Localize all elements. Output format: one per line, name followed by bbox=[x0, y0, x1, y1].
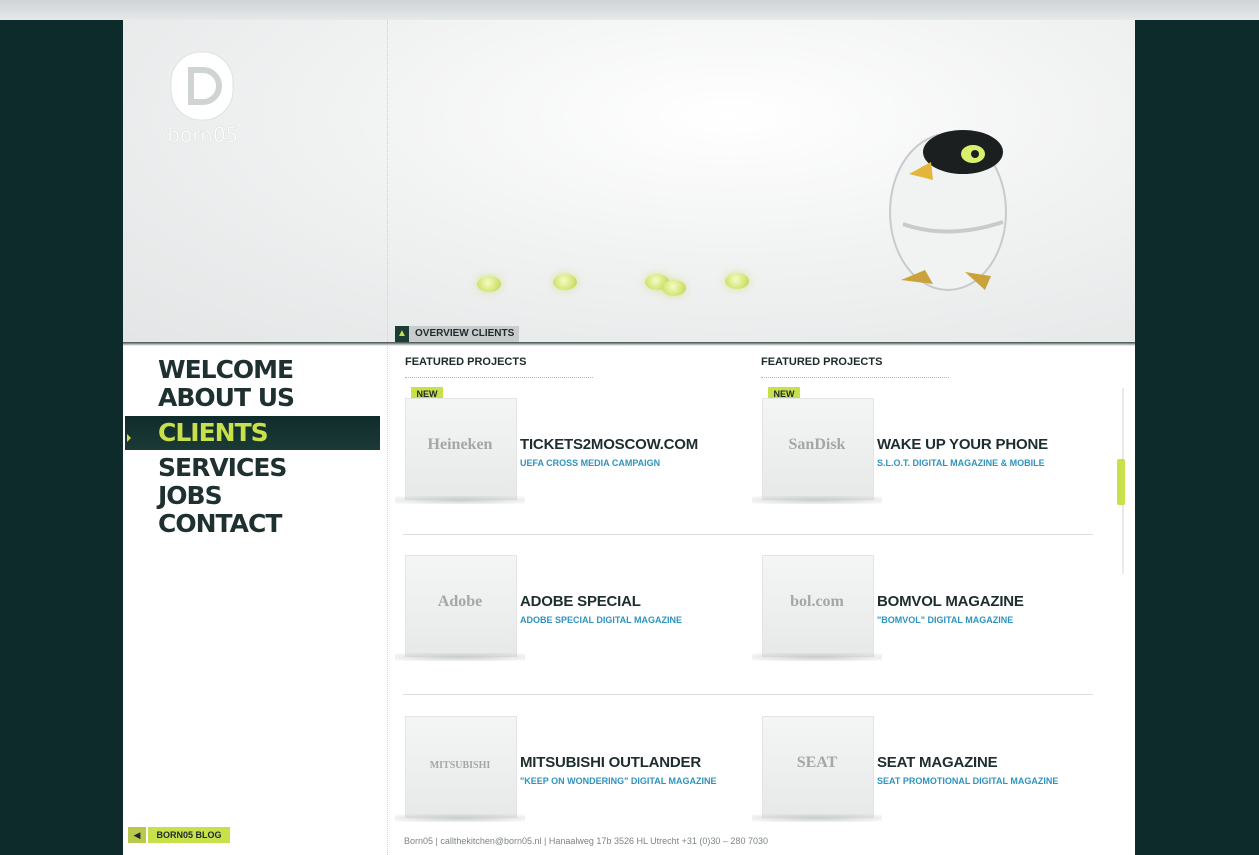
arrow-left-icon: ◀ bbox=[128, 827, 146, 843]
project-card-sandisk[interactable]: SanDisk WAKE UP YOUR PHONE S.L.O.T. DIGI… bbox=[752, 398, 1092, 528]
hero-bottom-shadow bbox=[123, 342, 1135, 346]
project-title: TICKETS2MOSCOW.COM bbox=[520, 436, 699, 453]
column-divider bbox=[387, 346, 389, 855]
project-subtitle: "BOMVOL" DIGITAL MAGAZINE bbox=[877, 615, 1014, 625]
project-card-adobe[interactable]: Adobe ADOBE SPECIAL ADOBE SPECIAL DIGITA… bbox=[395, 555, 735, 685]
overview-clients-tab[interactable]: ▲ OVERVIEW CLIENTS bbox=[395, 326, 519, 342]
project-subtitle: S.L.O.T. DIGITAL MAGAZINE & MOBILE bbox=[877, 458, 1045, 468]
project-card-heineken[interactable]: Heineken TICKETS2MOSCOW.COM UEFA CROSS M… bbox=[395, 398, 735, 528]
blog-button-label: BORN05 BLOG bbox=[148, 827, 230, 843]
row-divider bbox=[403, 534, 1093, 535]
heading-underline bbox=[761, 377, 949, 378]
thumbnail-shadow bbox=[395, 496, 525, 504]
project-title: MITSUBISHI OUTLANDER bbox=[520, 754, 701, 771]
hero-banner: ·born05 ▲ OVERVIEW CLIENTS bbox=[123, 20, 1135, 342]
nav-item-services[interactable]: SERVICES bbox=[123, 454, 387, 482]
thumbnail-shadow bbox=[395, 814, 525, 822]
top-bar bbox=[0, 0, 1259, 20]
featured-projects-heading-left: FEATURED PROJECTS bbox=[405, 356, 527, 368]
project-card-mitsubishi[interactable]: MITSUBISHI MITSUBISHI OUTLANDER "KEEP ON… bbox=[395, 716, 735, 846]
arrow-up-icon: ▲ bbox=[395, 326, 409, 342]
glowing-orb bbox=[725, 273, 749, 289]
bol-logo: bol.com bbox=[790, 593, 844, 610]
nav-item-jobs[interactable]: JOBS bbox=[123, 482, 387, 510]
svg-text:·born05: ·born05 bbox=[161, 123, 238, 147]
mitsubishi-logo: MITSUBISHI bbox=[429, 760, 491, 771]
row-divider bbox=[403, 694, 1093, 695]
project-card-seat[interactable]: SEAT SEAT MAGAZINE SEAT PROMOTIONAL DIGI… bbox=[752, 716, 1092, 846]
site-container: ·born05 ▲ OVERVIEW CLIENTS WELCOME ABOUT… bbox=[123, 20, 1135, 855]
project-title: ADOBE SPECIAL bbox=[520, 593, 641, 610]
blog-button[interactable]: ◀ BORN05 BLOG bbox=[128, 827, 230, 843]
thumbnail-shadow bbox=[395, 653, 525, 661]
project-subtitle: UEFA CROSS MEDIA CAMPAIGN bbox=[520, 458, 661, 468]
overview-clients-label: OVERVIEW CLIENTS bbox=[415, 328, 515, 339]
thumbnail-shadow bbox=[752, 496, 882, 504]
born05-logo[interactable]: ·born05 bbox=[151, 48, 251, 148]
featured-projects-heading-right: FEATURED PROJECTS bbox=[761, 356, 883, 368]
seat-logo: SEAT bbox=[796, 754, 838, 771]
glowing-orb bbox=[477, 276, 501, 292]
heading-underline bbox=[405, 377, 593, 378]
hero-divider bbox=[387, 20, 389, 342]
robot-bird-mascot bbox=[889, 130, 1007, 291]
sandisk-logo: SanDisk bbox=[788, 436, 846, 453]
adobe-logo: Adobe bbox=[437, 593, 483, 610]
project-title: BOMVOL MAGAZINE bbox=[877, 593, 1024, 610]
glowing-orb bbox=[553, 274, 577, 290]
nav-item-contact[interactable]: CONTACT bbox=[123, 510, 387, 538]
main-nav: WELCOME ABOUT US CLIENTS SERVICES JOBS C… bbox=[123, 356, 387, 538]
glowing-orb bbox=[662, 280, 686, 296]
thumbnail-shadow bbox=[752, 653, 882, 661]
footer-contact: Born05 | callthekitchen@born05.nl | Hana… bbox=[404, 836, 768, 846]
nav-item-clients[interactable]: CLIENTS bbox=[125, 416, 380, 450]
scrollbar-thumb[interactable] bbox=[1117, 459, 1125, 505]
nav-item-about-us[interactable]: ABOUT US bbox=[123, 384, 387, 412]
project-title: SEAT MAGAZINE bbox=[877, 754, 998, 771]
project-subtitle: SEAT PROMOTIONAL DIGITAL MAGAZINE bbox=[877, 776, 1059, 786]
heineken-logo: Heineken bbox=[427, 436, 493, 453]
project-subtitle: "KEEP ON WONDERING" DIGITAL MAGAZINE bbox=[520, 776, 717, 786]
project-subtitle: ADOBE SPECIAL DIGITAL MAGAZINE bbox=[520, 615, 683, 625]
thumbnail-shadow bbox=[752, 814, 882, 822]
project-title: WAKE UP YOUR PHONE bbox=[877, 436, 1048, 453]
project-card-bol[interactable]: bol.com BOMVOL MAGAZINE "BOMVOL" DIGITAL… bbox=[752, 555, 1092, 685]
nav-item-welcome[interactable]: WELCOME bbox=[123, 356, 387, 384]
